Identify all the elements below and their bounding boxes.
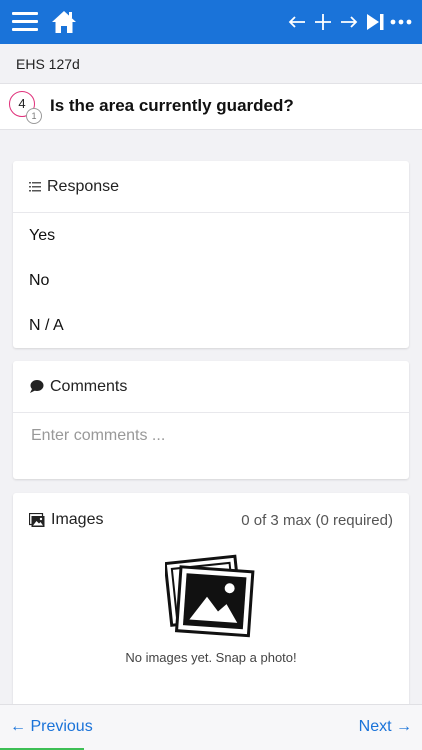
images-card: Images 0 of 3 max (0 required) No images… [13, 493, 409, 708]
response-card: Response Yes No N / A [13, 161, 409, 348]
question-header: 4 1 Is the area currently guarded? [0, 84, 422, 130]
comments-card: Comments [13, 361, 409, 479]
response-option-yes[interactable]: Yes [13, 213, 409, 258]
home-icon[interactable] [50, 8, 78, 36]
top-app-bar [0, 0, 422, 44]
response-card-header: Response [13, 161, 409, 213]
form-name: EHS 127d [16, 56, 80, 72]
question-text: Is the area currently guarded? [50, 96, 294, 115]
list-icon [29, 181, 41, 192]
speech-bubble-icon [29, 379, 44, 394]
images-count: 0 of 3 max (0 required) [241, 511, 393, 529]
images-empty-text: No images yet. Snap a photo! [125, 650, 297, 665]
next-button[interactable]: Next → [359, 718, 412, 736]
menu-icon[interactable] [12, 12, 38, 32]
comments-input[interactable] [13, 413, 409, 477]
more-icon[interactable] [388, 8, 414, 36]
toolbar-actions [284, 8, 414, 36]
comments-card-header: Comments [13, 361, 409, 413]
photo-icon [29, 512, 45, 528]
images-card-header: Images 0 of 3 max (0 required) [13, 493, 409, 547]
arrow-left-icon[interactable] [284, 8, 310, 36]
comments-title: Comments [50, 377, 128, 395]
add-photo-placeholder[interactable] [163, 551, 257, 643]
arrow-right-icon[interactable] [336, 8, 362, 36]
bottom-navigation: ← Previous Next → [0, 704, 422, 750]
previous-button[interactable]: ← Previous [0, 705, 93, 750]
response-option-na[interactable]: N / A [13, 303, 409, 348]
plus-icon[interactable] [310, 8, 336, 36]
skip-to-end-icon[interactable] [362, 8, 388, 36]
response-title: Response [47, 177, 120, 195]
response-option-no[interactable]: No [13, 258, 409, 303]
previous-label: ← Previous [10, 718, 93, 735]
question-sub-badge: 1 [26, 108, 42, 124]
images-title: Images [51, 511, 104, 528]
form-name-strip: EHS 127d [0, 44, 422, 84]
